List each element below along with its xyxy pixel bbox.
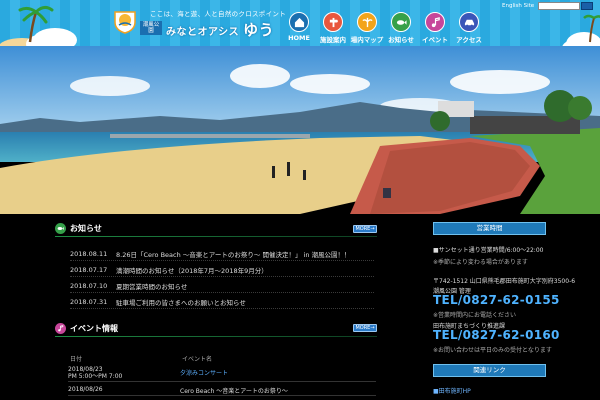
nav-label: お知らせ <box>388 36 414 44</box>
news-date: 2018.07.17 <box>70 265 108 274</box>
news-title-link[interactable]: 夏期営業時間のお知らせ <box>116 281 187 291</box>
tel-secondary-note: ※お問い合わせは平日のみの受付となります <box>433 347 552 354</box>
related-links-heading: 関連リンク <box>433 364 546 377</box>
nav-home[interactable]: HOME <box>282 12 316 44</box>
events-section-header: イベント情報 <box>55 322 118 334</box>
news-date: 2018.08.11 <box>70 249 108 258</box>
news-date: 2018.07.10 <box>70 281 108 290</box>
site-logo[interactable]: みなとオアシス ゆう <box>166 19 274 40</box>
main-content: お知らせ MORE→ 2018.08.11 8.26日「Cero Beach ～… <box>0 214 600 400</box>
event-date: 2018/08/23 PM 5:00～PM 7:00 <box>68 366 180 381</box>
news-more-button[interactable]: MORE→ <box>353 225 377 233</box>
news-title: お知らせ <box>70 223 102 233</box>
news-title-link[interactable]: 8.26日「Cero Beach ～音楽とアートのお祭り～ 開催決定！」 in … <box>116 249 351 259</box>
events-divider <box>55 336 377 337</box>
logo-big-text: ゆう <box>243 21 275 39</box>
news-date: 2018.07.31 <box>70 297 108 306</box>
list-item[interactable]: 2018.08.11 8.26日「Cero Beach ～音楽とアートのお祭り～… <box>70 247 374 261</box>
sign-icon <box>323 12 343 32</box>
nav-facilities[interactable]: 施設案内 <box>316 12 350 44</box>
event-title-link[interactable]: Cero Beach ～音楽とアートのお祭り～ <box>180 386 288 395</box>
nav-map[interactable]: 場内マップ <box>350 12 384 44</box>
event-date: 2018/08/26 <box>68 386 103 393</box>
fish-icon <box>55 222 66 234</box>
news-divider <box>55 236 377 237</box>
list-item[interactable]: 2018.07.10 夏期営業時間のお知らせ <box>70 279 374 293</box>
beach-photo-image <box>0 46 600 214</box>
site-tagline: ここは、海と遊、人と自然のクロスポイント <box>150 10 286 18</box>
nav-label: 場内マップ <box>350 36 384 44</box>
events-title: イベント情報 <box>70 323 118 333</box>
music-icon <box>55 322 66 334</box>
nav-label: アクセス <box>456 36 482 44</box>
events-table-header: 日付 イベント名 <box>70 353 376 363</box>
search-button[interactable] <box>581 2 593 10</box>
nav-label: HOME <box>288 34 310 42</box>
event-date-text: 2018/08/23 PM 5:00～PM 7:00 <box>68 366 123 380</box>
list-item[interactable]: 2018.07.17 満潮時間のお知らせ（2018年7月～2018年9月分） <box>70 263 374 277</box>
events-more-button[interactable]: MORE→ <box>353 324 377 332</box>
nav-label: イベント <box>422 36 448 44</box>
news-section-header: お知らせ <box>55 222 102 234</box>
table-row[interactable]: 2018/08/23 PM 5:00～PM 7:00 夕涼みコンサート <box>68 366 376 382</box>
news-title-link[interactable]: 満潮時間のお知らせ（2018年7月～2018年9月分） <box>116 265 268 275</box>
nav-news[interactable]: お知らせ <box>384 12 418 44</box>
logo-main-text: みなとオアシス <box>166 27 240 38</box>
tel-secondary[interactable]: TEL/0827-62-0160 <box>433 328 560 342</box>
col-title: イベント名 <box>182 355 213 363</box>
car-icon <box>459 12 479 32</box>
palm-icon <box>357 12 377 32</box>
search-input[interactable] <box>538 2 580 10</box>
nav-label: 施設案内 <box>320 36 346 44</box>
tel-primary[interactable]: TEL/0827-62-0155 <box>433 293 560 307</box>
col-date: 日付 <box>70 355 83 363</box>
event-title-link[interactable]: 夕涼みコンサート <box>180 366 228 381</box>
fish-icon <box>391 12 411 32</box>
nav-access[interactable]: アクセス <box>452 12 486 44</box>
related-link-item[interactable]: ■田布施町HP <box>433 386 471 395</box>
hours-note: ※季節により変わる場合があります <box>433 259 528 266</box>
tel-primary-note: ※営業時間内にお電話ください <box>433 312 517 319</box>
logo-emblem-icon[interactable] <box>112 8 138 34</box>
home-icon <box>289 12 309 32</box>
table-row[interactable]: 2018/08/26 Cero Beach ～音楽とアートのお祭り～ <box>68 386 376 396</box>
list-item[interactable]: 2018.07.31 駐車場ご利用の皆さまへのお願いとお知らせ <box>70 295 374 309</box>
address-text: 〒742-1512 山口県熊毛郡田布施町大字別府3500-6 <box>433 278 576 285</box>
hours-heading: 営業時間 <box>433 222 546 235</box>
hero-photo <box>0 46 600 214</box>
music-icon <box>425 12 445 32</box>
logo-subtitle: 潮風公園 <box>140 21 162 35</box>
news-title-link[interactable]: 駐車場ご利用の皆さまへのお願いとお知らせ <box>116 297 246 307</box>
global-nav: HOME 施設案内 場内マップ お知らせ イベント アクセス <box>282 12 486 44</box>
nav-events[interactable]: イベント <box>418 12 452 44</box>
english-site-link[interactable]: English Site <box>502 3 534 9</box>
hours-text: ■サンセット通り営業時間/6:00～22:00 <box>433 247 544 254</box>
